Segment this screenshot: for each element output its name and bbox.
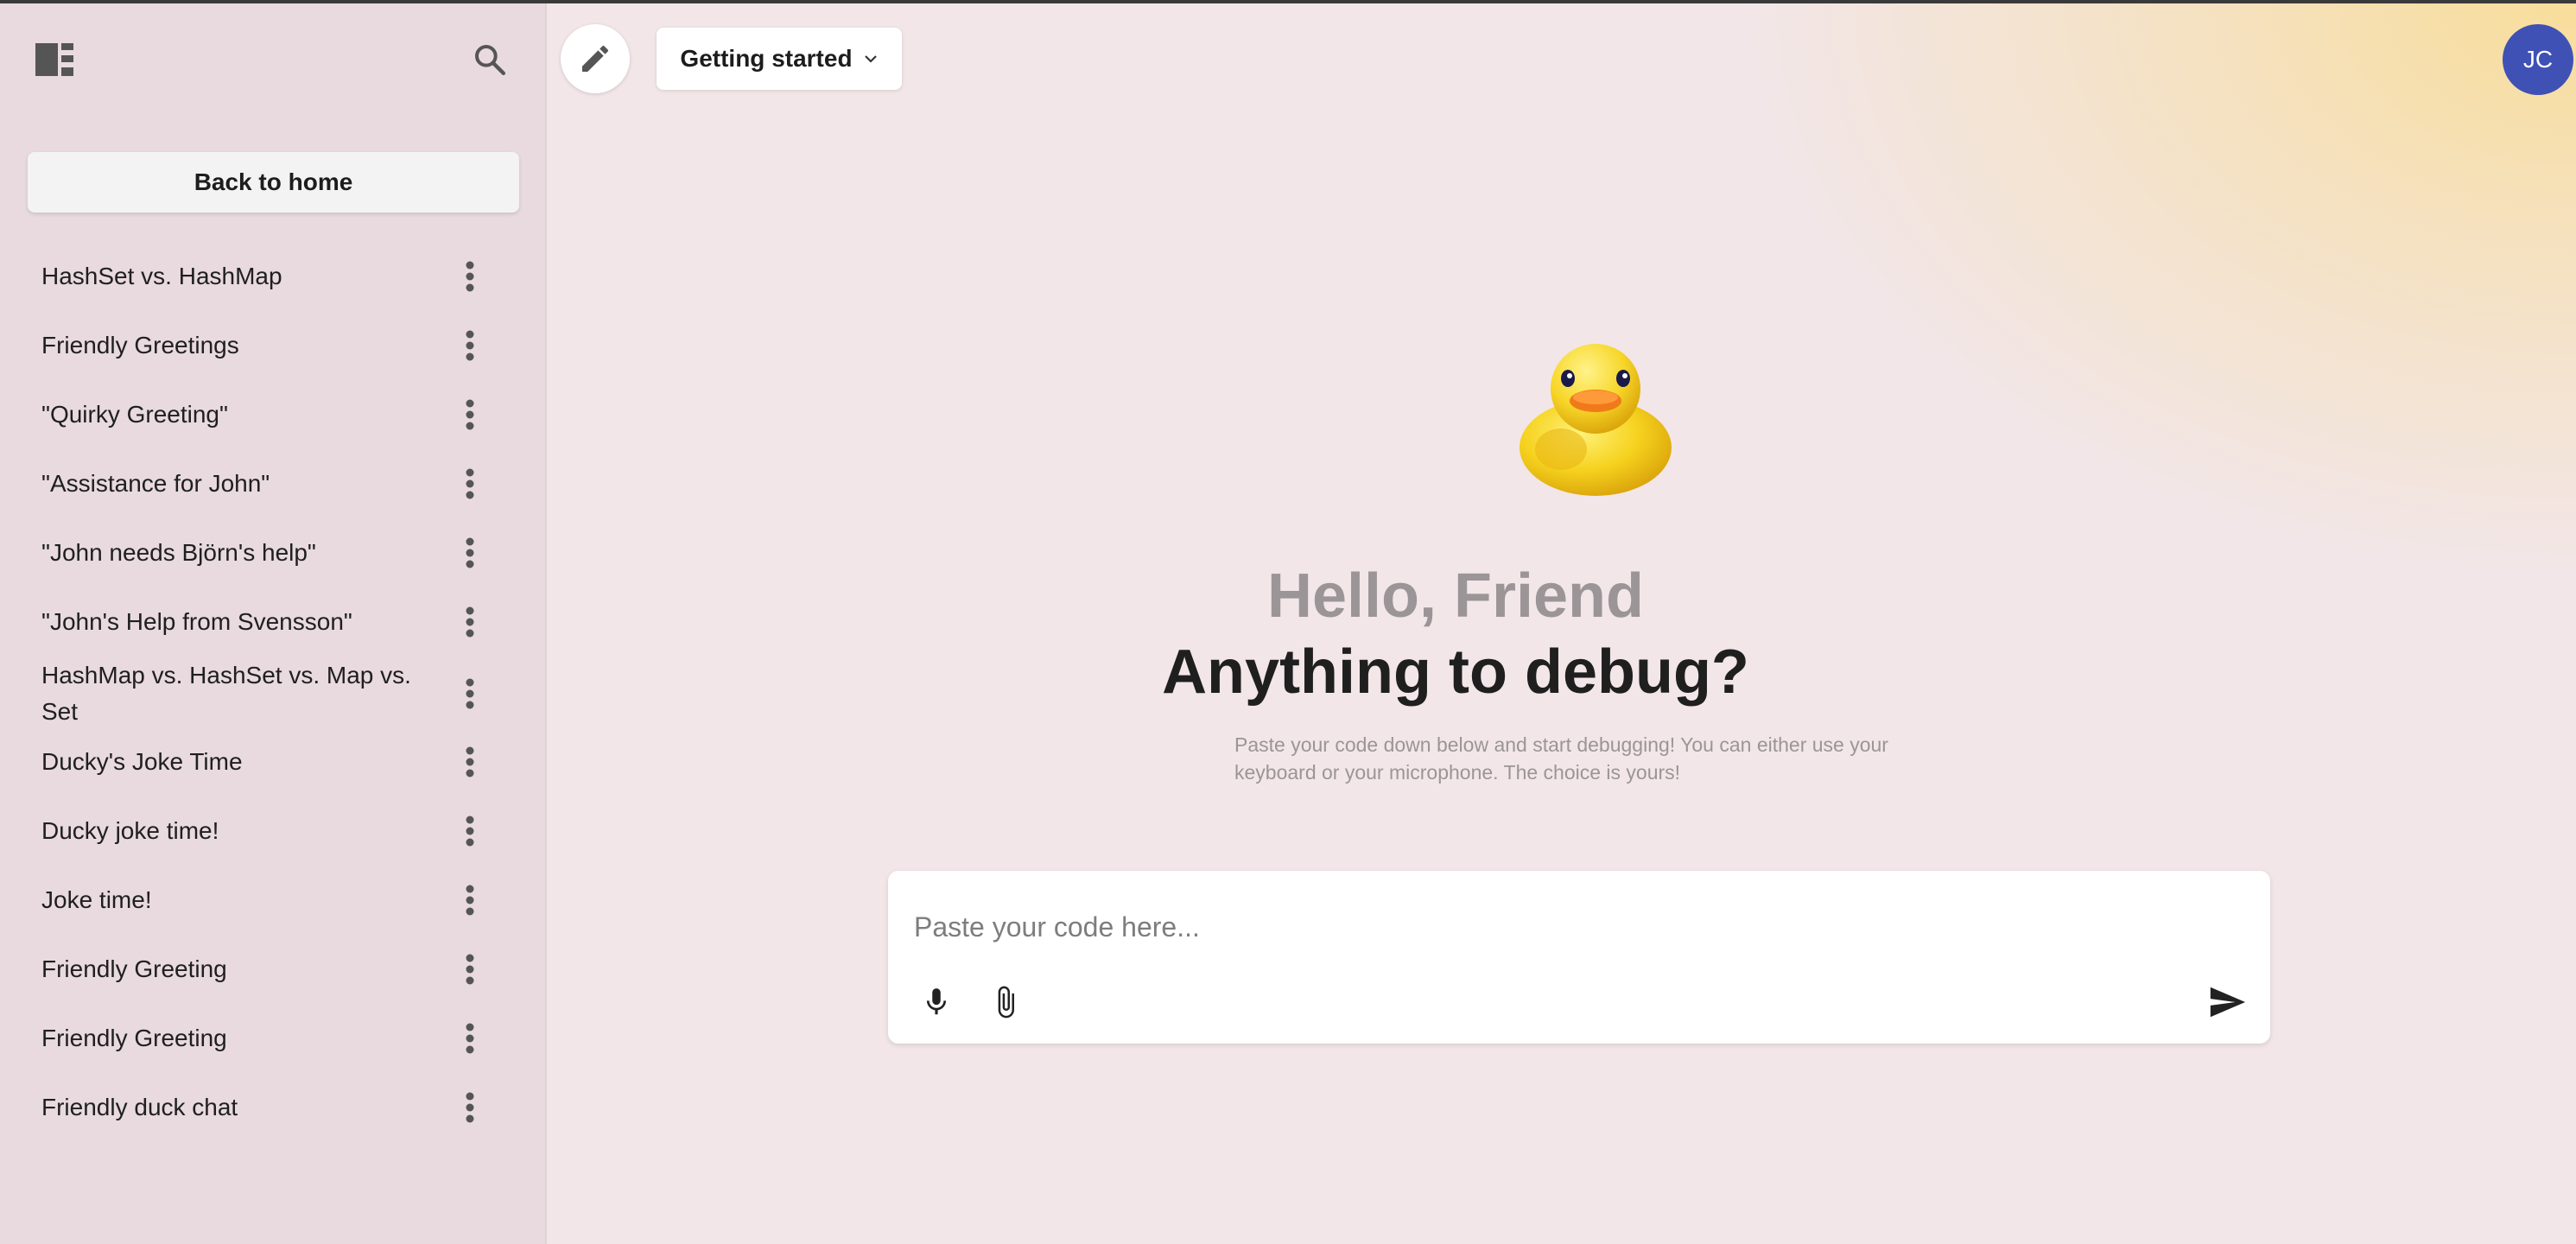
conversation-label: "Assistance for John" — [41, 470, 270, 497]
conversation-item[interactable]: Joke time! — [0, 866, 547, 935]
conversation-item[interactable]: "Quirky Greeting" — [0, 380, 547, 449]
conversation-item[interactable]: "John needs Björn's help" — [0, 518, 547, 587]
send-icon — [2210, 987, 2246, 1018]
conversation-label: Friendly Greetings — [41, 332, 239, 359]
conversation-options-button[interactable] — [453, 389, 487, 441]
conversation-item[interactable]: HashSet vs. HashMap — [0, 242, 547, 311]
sidebar-panel-icon — [35, 43, 73, 76]
sidebar-toggle-button[interactable] — [33, 38, 76, 81]
conversation-item[interactable]: Friendly Greeting — [0, 1004, 547, 1073]
more-vert-icon — [466, 954, 474, 985]
conversation-options-button[interactable] — [453, 736, 487, 788]
user-avatar[interactable]: JC — [2503, 24, 2573, 95]
paperclip-icon — [998, 986, 1014, 1019]
model-selector[interactable]: Getting started — [657, 28, 902, 90]
more-vert-icon — [466, 746, 474, 778]
more-vert-icon — [466, 678, 474, 709]
conversation-label: Friendly duck chat — [41, 1094, 238, 1120]
more-vert-icon — [466, 606, 474, 638]
conversation-item[interactable]: HashMap vs. HashSet vs. Map vs. Set — [0, 658, 547, 729]
search-icon — [475, 44, 505, 76]
conversation-label: Joke time! — [41, 886, 152, 913]
conversation-item[interactable]: Ducky's Joke Time — [0, 727, 547, 797]
rubber-duck-icon — [1520, 344, 1672, 496]
more-vert-icon — [466, 537, 474, 568]
conversation-item[interactable]: Friendly Greetings — [0, 311, 547, 380]
conversation-options-button[interactable] — [453, 1012, 487, 1064]
window-top-border — [0, 0, 2576, 3]
more-vert-icon — [466, 1092, 474, 1123]
more-vert-icon — [466, 885, 474, 916]
conversation-label: HashMap vs. HashSet vs. Map vs. Set — [41, 662, 411, 725]
conversation-options-button[interactable] — [453, 943, 487, 995]
attach-file-button[interactable] — [980, 976, 1031, 1028]
microphone-button[interactable] — [910, 976, 962, 1028]
conversation-label: Friendly Greeting — [41, 1025, 227, 1051]
conversation-item[interactable]: Friendly Greeting — [0, 935, 547, 1004]
conversation-options-button[interactable] — [453, 668, 487, 720]
more-vert-icon — [466, 399, 474, 430]
conversation-options-button[interactable] — [453, 458, 487, 510]
model-selector-label: Getting started — [680, 45, 853, 72]
send-button[interactable] — [2199, 974, 2255, 1030]
microphone-icon — [926, 988, 947, 1015]
message-composer — [888, 871, 2270, 1044]
conversation-label: "John needs Björn's help" — [41, 539, 316, 566]
more-vert-icon — [466, 816, 474, 847]
headline-text: Anything to debug? — [1162, 638, 1749, 707]
more-vert-icon — [466, 1023, 474, 1054]
more-vert-icon — [466, 261, 474, 292]
conversation-options-button[interactable] — [453, 527, 487, 579]
conversation-options-button[interactable] — [453, 805, 487, 857]
conversation-item[interactable]: Ducky joke time! — [0, 797, 547, 866]
sidebar-header — [0, 0, 547, 121]
chevron-down-icon — [864, 55, 877, 63]
main-area: Getting started JC Hello, Friend Anythin… — [549, 0, 2576, 1244]
conversation-item[interactable]: Friendly duck chat — [0, 1073, 547, 1142]
pencil-icon — [582, 45, 608, 72]
sidebar: Back to home HashSet vs. HashMap Friendly… — [0, 0, 547, 1244]
instructions-text: Paste your code down below and start deb… — [1234, 733, 1888, 784]
conversation-options-button[interactable] — [453, 251, 487, 302]
conversation-options-button[interactable] — [453, 596, 487, 648]
back-to-home-button[interactable]: Back to home — [28, 152, 519, 213]
conversation-options-button[interactable] — [453, 1082, 487, 1133]
conversation-label: "John's Help from Svensson" — [41, 608, 352, 635]
conversation-options-button[interactable] — [453, 874, 487, 926]
more-vert-icon — [466, 330, 474, 361]
search-button[interactable] — [466, 36, 513, 83]
conversation-label: Friendly Greeting — [41, 955, 227, 982]
greeting-text: Hello, Friend — [1266, 562, 1645, 631]
more-vert-icon — [466, 468, 474, 499]
conversation-label: Ducky's Joke Time — [41, 748, 243, 775]
conversation-item[interactable]: "Assistance for John" — [0, 449, 547, 518]
conversation-label: Ducky joke time! — [41, 817, 219, 844]
conversation-label: "Quirky Greeting" — [41, 401, 228, 428]
conversation-label: HashSet vs. HashMap — [41, 263, 282, 289]
conversation-options-button[interactable] — [453, 320, 487, 371]
new-chat-button[interactable] — [561, 24, 630, 93]
conversation-item[interactable]: "John's Help from Svensson" — [0, 587, 547, 657]
code-input[interactable] — [914, 897, 2210, 957]
